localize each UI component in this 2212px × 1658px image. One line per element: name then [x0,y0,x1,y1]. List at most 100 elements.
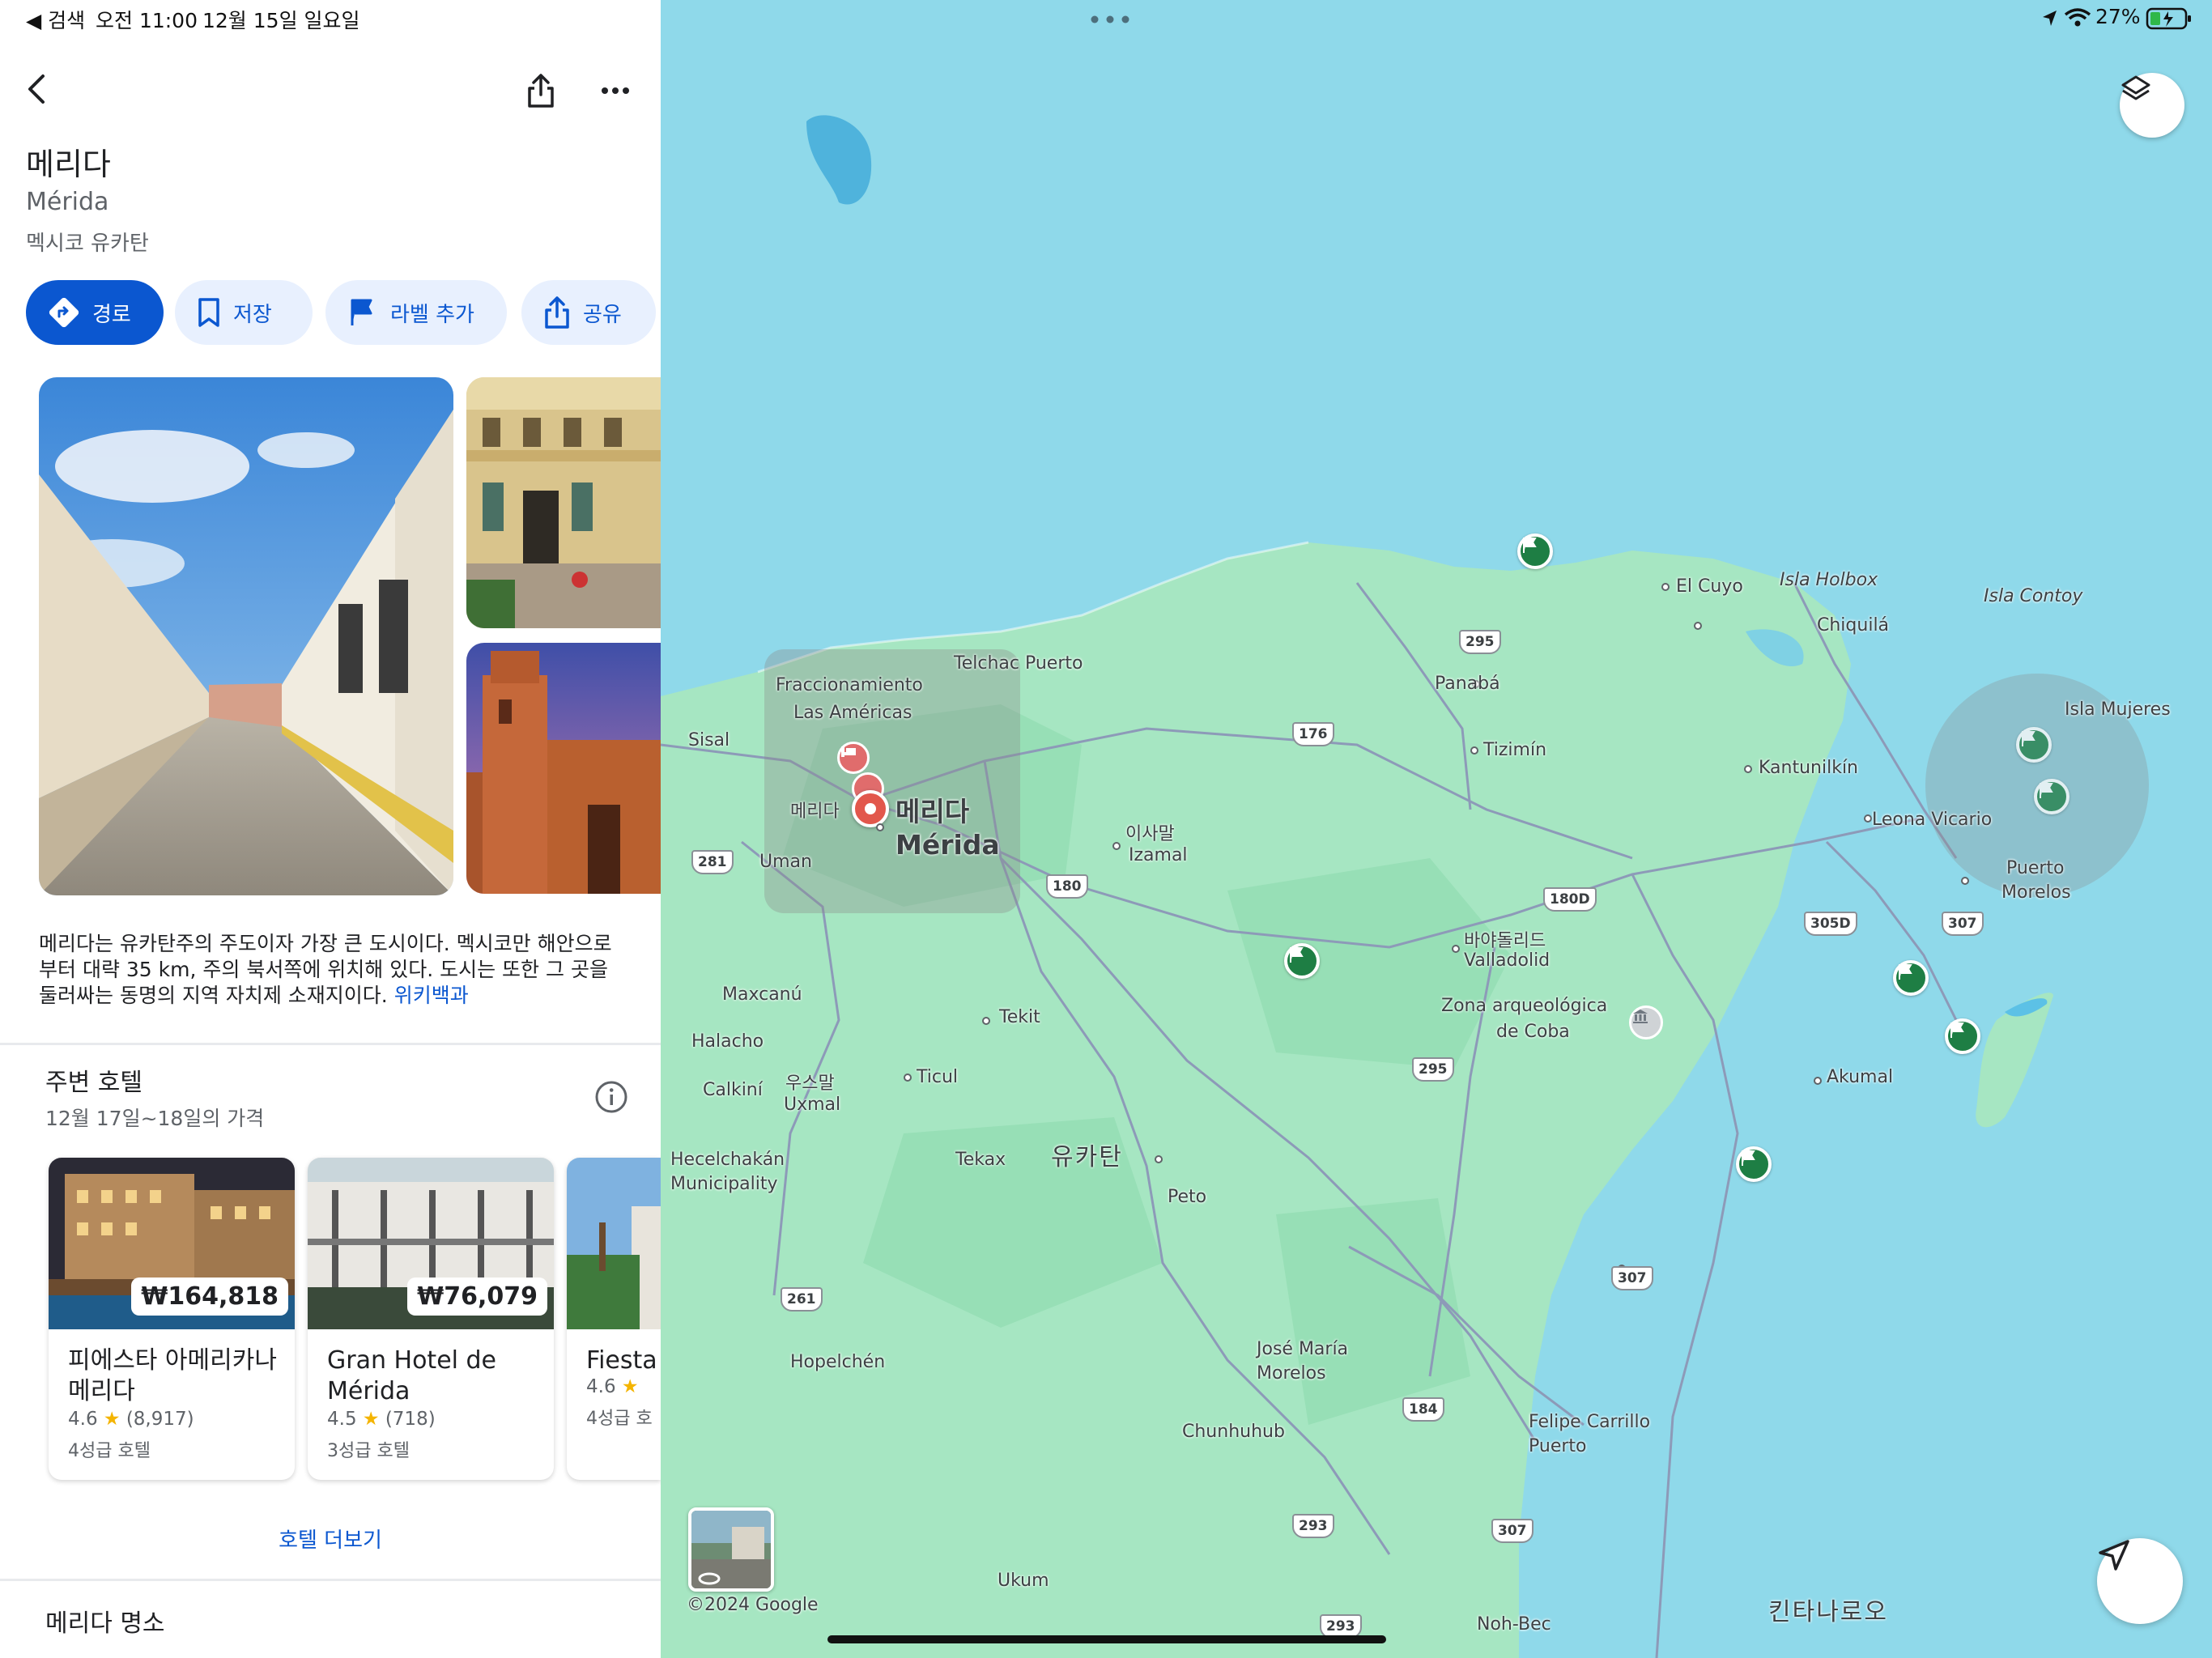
route-shield: 307 [1611,1266,1653,1290]
hotel-card[interactable]: ₩76,079 Gran Hotel de Mérida 4.5 ★ (718)… [308,1158,554,1480]
more-options-button[interactable] [591,66,640,115]
place-panel: ◀ 검색 오전 11:00 12월 15일 일요일 메리다 Mérida 멕시코… [0,0,661,1658]
more-hotels-link[interactable]: 호텔 더보기 [0,1524,661,1554]
flag-icon [1523,538,1537,553]
wikipedia-link[interactable]: 위키백과 [394,984,469,1007]
navigation-arrow-icon [2099,1540,2129,1571]
hotel-card[interactable]: Fiesta 4.6 ★ 4성급 호 [567,1158,661,1480]
map-label: Las Américas [793,703,912,723]
map-label: Tizimín [1483,740,1547,760]
street-view-thumbnail[interactable] [688,1507,774,1592]
share-icon [545,296,569,329]
place-subtitle: Mérida [26,188,109,216]
flag-pin[interactable] [1517,534,1553,569]
street-photo-image [39,377,453,895]
town-dot [1744,765,1752,773]
star-icon: ★ [103,1409,121,1430]
share-chip-button[interactable]: 공유 [521,280,656,345]
town-dot [876,823,884,831]
town-dot [904,1073,912,1082]
rating-value: 4.6 [68,1409,98,1430]
map-label: 바야돌리드 [1464,931,1546,951]
route-shield: 295 [1412,1057,1454,1082]
route-shield: 305D [1804,912,1857,936]
hotel-rating: 4.6 ★ [586,1376,639,1397]
directions-label: 경로 [92,302,131,327]
attractions-title: 메리다 명소 [45,1609,165,1638]
map-view[interactable]: 27% Fraccionamiento Las Américas Telchac… [661,0,2212,1658]
back-button[interactable] [15,66,60,112]
flag-icon [2040,783,2053,798]
map-layers-button[interactable] [2120,73,2184,138]
map-label: Fraccionamiento [776,675,923,695]
directions-button[interactable]: 경로 [26,280,164,345]
map-label: Valladolid [1464,950,1551,971]
flag-pin[interactable] [1945,1018,1980,1054]
town-dot [1155,1155,1163,1163]
flag-pin[interactable] [1893,960,1929,996]
save-button[interactable]: 저장 [175,280,313,345]
route-shield: 176 [1292,722,1334,746]
museum-marker[interactable] [1629,1005,1663,1039]
route-shield: 281 [691,850,734,874]
hotel-price: ₩164,818 [131,1278,288,1316]
map-label: Maxcanú [722,984,802,1005]
hotel-class: 3성급 호텔 [327,1441,410,1461]
map-label: Uman [759,852,812,872]
save-label: 저장 [233,302,272,327]
map-label-region: 킨타나로오 [1768,1598,1888,1626]
flag-icon [351,299,372,325]
photo-street[interactable] [39,377,453,895]
home-indicator[interactable] [827,1635,1386,1643]
hotel-rating: 4.6 ★ (8,917) [68,1409,194,1430]
map-label: Uxmal [784,1095,841,1115]
rating-value: 4.6 [586,1376,616,1397]
route-shield: 295 [1459,630,1501,654]
route-shield: 307 [1942,912,1984,936]
nearby-hotels-dates: 12월 17일~18일의 가격 [45,1107,265,1130]
share-icon [528,74,554,108]
flag-pin[interactable] [1284,943,1320,979]
flag-pin[interactable] [2016,727,2052,763]
share-button[interactable] [517,66,565,115]
review-count: (8,917) [125,1409,194,1430]
hotel-marker[interactable] [837,742,870,774]
star-icon: ★ [621,1376,639,1397]
multitask-handle-icon[interactable] [1090,15,1130,24]
star-icon: ★ [362,1409,380,1430]
map-label: Hopelchén [790,1352,886,1372]
town-dot [1112,842,1121,850]
hotel-photo [567,1158,661,1329]
photo-palace[interactable] [466,377,661,628]
map-label: Tekit [999,1007,1040,1027]
map-label: Isla Contoy [1984,586,2083,606]
my-location-button[interactable] [2097,1538,2183,1624]
add-label-button[interactable]: 라벨 추가 [325,280,507,345]
place-description: 메리다는 유카탄주의 주도이자 가장 큰 도시이다. 멕시코만 해안으로부터 대… [39,931,630,1009]
status-back-app[interactable]: ◀ 검색 [26,5,85,34]
town-dot [1470,746,1478,755]
battery-percent: 27% [2095,5,2141,28]
route-shield: 307 [1491,1519,1534,1543]
selected-place-pin[interactable] [852,790,889,827]
status-time: 오전 11:00 [96,9,198,32]
flag-pin[interactable] [2034,779,2069,814]
location-arrow-icon [2043,11,2057,26]
palace-photo-image [466,377,661,628]
map-label: Morelos [2001,882,2071,903]
info-button[interactable] [591,1077,632,1117]
map-label: de Coba [1496,1022,1570,1042]
route-shield: 180D [1543,887,1597,912]
map-label: Isla Holbox [1780,570,1878,590]
pin-center-icon [865,803,876,814]
photo-cathedral[interactable] [466,643,661,894]
place-region: 멕시코 유카탄 [26,232,149,256]
flag-icon [1950,1022,1964,1038]
hotel-rating: 4.5 ★ (718) [327,1409,436,1430]
flag-pin[interactable] [1736,1146,1772,1182]
hotel-card[interactable]: ₩164,818 피에스타 아메리카나 메리다 4.6 ★ (8,917) 4성… [49,1158,295,1480]
map-label: Ticul [917,1067,959,1087]
map-label: Peto [1168,1187,1207,1207]
route-shield: 293 [1292,1514,1334,1538]
map-label: Ukum [998,1571,1049,1591]
